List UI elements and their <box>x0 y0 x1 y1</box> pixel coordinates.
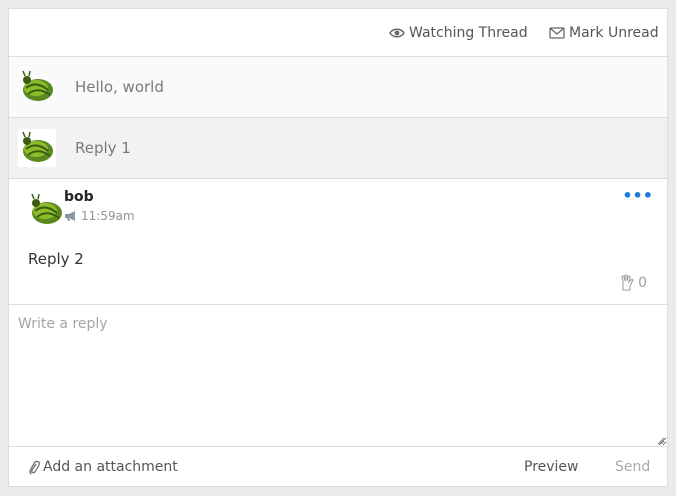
author-name[interactable]: bob <box>64 189 94 205</box>
megaphone-icon <box>65 211 75 221</box>
message-meta: 11:59am <box>64 209 135 223</box>
reply-footer: Add an attachment Preview Send <box>9 446 667 486</box>
like-button[interactable]: 0 <box>619 274 647 292</box>
message-body: Reply 2 <box>28 250 84 268</box>
collapsed-message[interactable]: Reply 1 <box>9 118 667 179</box>
resize-grip-icon[interactable] <box>657 437 665 445</box>
avatar <box>22 70 53 101</box>
preview-button[interactable]: Preview <box>524 459 579 475</box>
thread-toolbar: Watching Thread Mark Unread <box>9 9 667 57</box>
reply-input[interactable] <box>9 305 667 446</box>
thread-panel: Watching Thread Mark Unread Hello, world <box>8 8 668 487</box>
mark-unread-label: Mark Unread <box>569 25 659 41</box>
message-preview: Reply 1 <box>75 139 131 157</box>
paperclip-icon <box>29 460 40 474</box>
envelope-icon <box>549 27 565 39</box>
message-time[interactable]: 11:59am <box>81 209 135 223</box>
avatar <box>18 129 56 167</box>
watching-thread-button[interactable]: Watching Thread <box>389 23 528 43</box>
watching-thread-label: Watching Thread <box>409 25 528 41</box>
mark-unread-button[interactable]: Mark Unread <box>549 23 659 43</box>
message-preview: Hello, world <box>75 78 164 96</box>
avatar <box>31 193 62 224</box>
add-attachment-label: Add an attachment <box>43 459 178 475</box>
send-button[interactable]: Send <box>615 459 650 475</box>
more-options-button[interactable]: ••• <box>622 188 653 204</box>
hand-icon <box>621 274 634 291</box>
like-count: 0 <box>638 275 647 291</box>
expanded-message: bob 11:59am ••• Reply 2 0 <box>9 179 667 305</box>
eye-icon <box>389 28 405 38</box>
add-attachment-button[interactable]: Add an attachment <box>28 459 178 475</box>
collapsed-message[interactable]: Hello, world <box>9 57 667 118</box>
